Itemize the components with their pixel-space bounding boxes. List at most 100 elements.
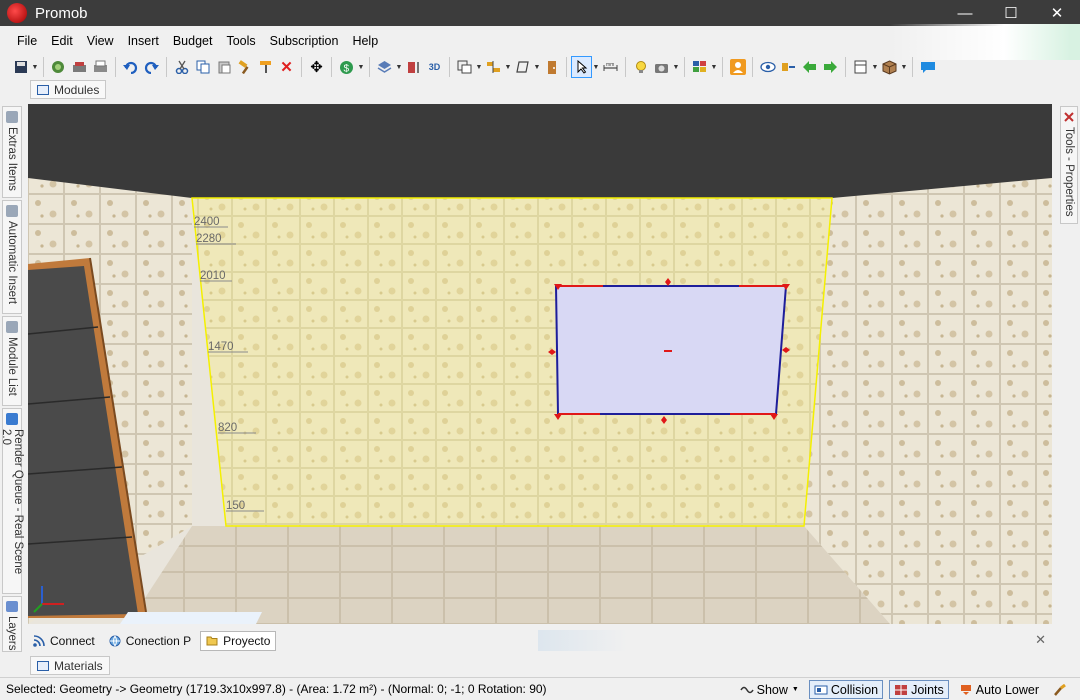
measure-icon[interactable]: mm: [600, 56, 621, 78]
auto-lower-icon: [960, 684, 971, 695]
shape-icon[interactable]: [512, 56, 533, 78]
height-mark-2010: 2010: [200, 270, 226, 282]
user-icon[interactable]: [727, 56, 748, 78]
auto-lower-toggle[interactable]: Auto Lower: [955, 680, 1043, 699]
maximize-button[interactable]: ☐: [988, 0, 1034, 26]
menu-insert[interactable]: Insert: [121, 34, 166, 48]
close-button[interactable]: ✕: [1034, 0, 1080, 26]
tab-layers-label: Layers: [6, 616, 18, 651]
save-icon[interactable]: [10, 56, 31, 78]
chat-icon[interactable]: [917, 56, 938, 78]
light-icon[interactable]: [630, 56, 651, 78]
tab-module-list[interactable]: Module List: [2, 316, 22, 406]
show-dropdown[interactable]: Show ▼: [736, 680, 803, 699]
menu-file[interactable]: File: [10, 34, 44, 48]
redo-icon[interactable]: [141, 56, 162, 78]
height-mark-1470: 1470: [208, 341, 234, 353]
menu-subscription[interactable]: Subscription: [263, 34, 346, 48]
plugin-icon[interactable]: [48, 56, 69, 78]
menu-tools[interactable]: Tools: [219, 34, 262, 48]
window-dropdown-icon[interactable]: ▼: [871, 64, 879, 71]
tab-tools-properties[interactable]: Tools - Properties: [1060, 106, 1078, 224]
tab-conection-p[interactable]: Conection P: [104, 631, 196, 651]
svg-text:$: $: [344, 63, 350, 74]
tab-conection-p-label: Conection P: [125, 633, 192, 648]
paint-roller-icon[interactable]: [255, 56, 276, 78]
tab-connect[interactable]: Connect: [28, 631, 100, 651]
menu-edit[interactable]: Edit: [44, 34, 80, 48]
selected-geometry[interactable]: [548, 278, 790, 424]
show-chevron-down-icon: ▼: [791, 686, 799, 693]
shape-dropdown-icon[interactable]: ▼: [533, 64, 541, 71]
ceiling: [28, 104, 1052, 198]
hammer-icon[interactable]: [234, 56, 255, 78]
rss-icon: [33, 634, 45, 647]
money-icon[interactable]: $: [336, 56, 357, 78]
floor: [128, 526, 890, 624]
align-dropdown-icon[interactable]: ▼: [504, 64, 512, 71]
window-title: Promob: [35, 4, 88, 22]
layers-dropdown-icon[interactable]: ▼: [395, 64, 403, 71]
align-icon[interactable]: [483, 56, 504, 78]
print-icon[interactable]: [90, 56, 111, 78]
joints-icon: [895, 684, 908, 695]
modules-panel-tab[interactable]: Modules: [30, 80, 107, 99]
move-icon[interactable]: ✥: [306, 56, 327, 78]
height-mark-2280: 2280: [196, 233, 222, 245]
door-icon[interactable]: [541, 56, 562, 78]
modules-icon: [37, 84, 49, 95]
select-mode-dropdown-icon[interactable]: ▼: [475, 64, 483, 71]
select-mode-icon[interactable]: [454, 56, 475, 78]
minimize-button[interactable]: —: [942, 0, 988, 26]
joints-label: Joints: [911, 682, 944, 697]
tab-automatic-insert[interactable]: Automatic Insert: [2, 200, 22, 314]
bottom-panel-close-icon[interactable]: ✕: [1035, 632, 1046, 648]
collision-icon: [814, 685, 828, 694]
tab-proyecto-label: Proyecto: [223, 633, 271, 648]
dimension-icon[interactable]: [403, 56, 424, 78]
cut-icon[interactable]: [171, 56, 192, 78]
view-layout-icon[interactable]: [689, 56, 710, 78]
tab-proyecto[interactable]: Proyecto: [200, 630, 277, 651]
layers-tab-icon: [6, 601, 18, 613]
brush-button[interactable]: [1049, 680, 1074, 699]
layers-icon[interactable]: [374, 56, 395, 78]
window-icon[interactable]: [850, 56, 871, 78]
menu-budget[interactable]: Budget: [166, 34, 220, 48]
scene-render[interactable]: 2400 2280 2010 1470 820 150: [28, 104, 1052, 624]
forward-arrow-icon[interactable]: [820, 56, 841, 78]
joints-toggle[interactable]: Joints: [889, 680, 949, 699]
bottom-tab-fade: [538, 630, 628, 651]
pointer-icon[interactable]: [571, 56, 592, 78]
tab-layers[interactable]: Layers: [2, 596, 22, 652]
modules-tab-label: Modules: [54, 82, 100, 97]
paste-icon[interactable]: [213, 56, 234, 78]
tab-extras-items[interactable]: Extras Items: [2, 106, 22, 198]
tab-tools-properties-label: Tools - Properties: [1063, 127, 1075, 217]
materials-panel-tab[interactable]: Materials: [30, 656, 110, 675]
money-dropdown-icon[interactable]: ▼: [357, 64, 365, 71]
box-dropdown-icon[interactable]: ▼: [900, 64, 908, 71]
camera-dropdown-icon[interactable]: ▼: [672, 64, 680, 71]
tab-render-queue[interactable]: Render Queue - Real Scene 2.0: [0, 408, 24, 594]
collision-toggle[interactable]: Collision: [808, 680, 884, 699]
menu-help[interactable]: Help: [345, 34, 385, 48]
back-arrow-icon[interactable]: [799, 56, 820, 78]
3d-viewport[interactable]: 2400 2280 2010 1470 820 150: [28, 104, 1052, 624]
copy-icon[interactable]: [192, 56, 213, 78]
menu-view[interactable]: View: [80, 34, 121, 48]
3d-icon[interactable]: 3D: [424, 56, 445, 78]
walk-icon[interactable]: [778, 56, 799, 78]
pointer-dropdown-icon[interactable]: ▼: [592, 64, 600, 71]
undo-icon[interactable]: [120, 56, 141, 78]
brush-icon: [1054, 683, 1066, 696]
eye-icon[interactable]: [757, 56, 778, 78]
menu-bar: File Edit View Insert Budget Tools Subsc…: [0, 30, 1080, 52]
height-mark-150: 150: [226, 500, 245, 512]
delete-icon[interactable]: ✕: [276, 56, 297, 78]
save-dropdown-icon[interactable]: ▼: [31, 64, 39, 71]
view-layout-dropdown-icon[interactable]: ▼: [710, 64, 718, 71]
camera-icon[interactable]: [651, 56, 672, 78]
box-icon[interactable]: [879, 56, 900, 78]
print-preview-icon[interactable]: [69, 56, 90, 78]
